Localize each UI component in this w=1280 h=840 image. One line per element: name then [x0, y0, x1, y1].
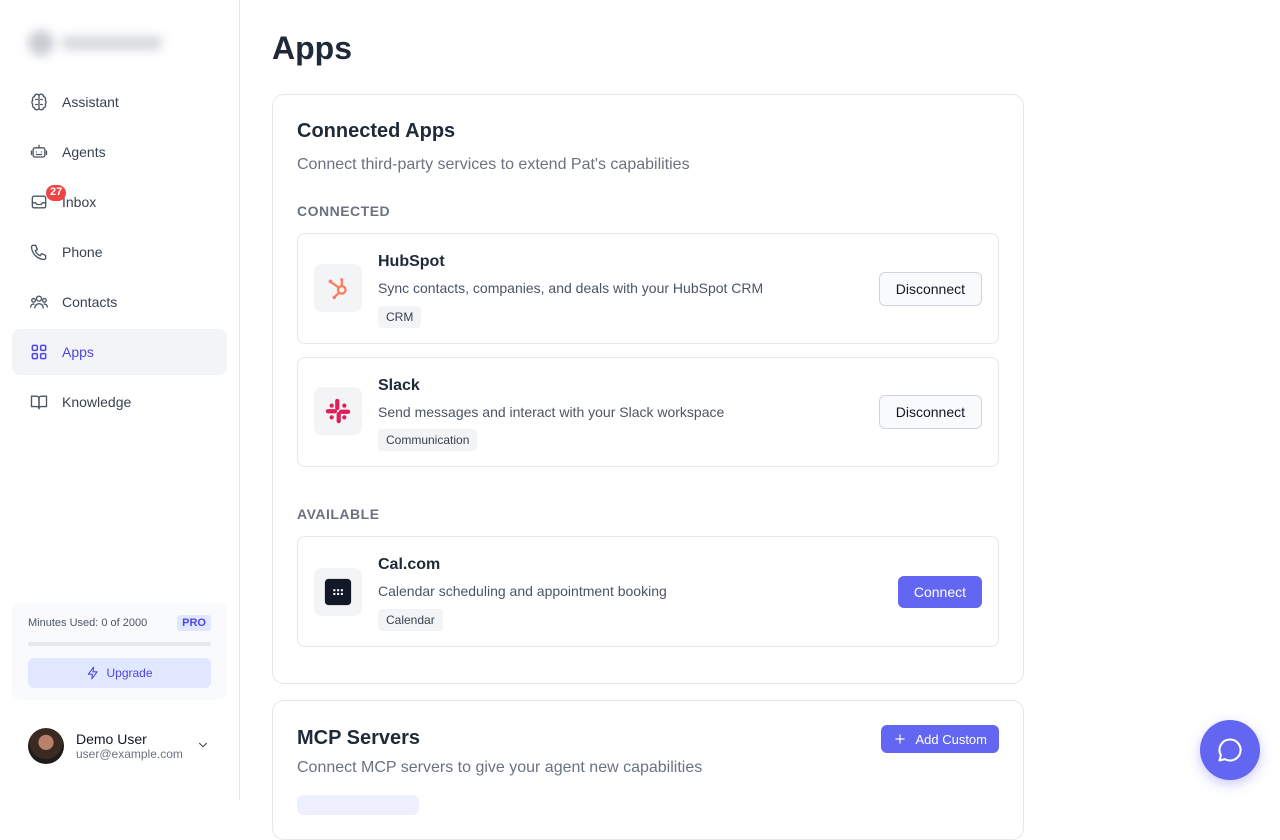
app-description: Sync contacts, companies, and deals with…	[378, 280, 764, 296]
usage-progress-bar	[28, 642, 211, 646]
book-icon	[28, 391, 50, 413]
available-label: AVAILABLE	[297, 506, 380, 522]
grid-icon	[28, 341, 50, 363]
lightning-icon	[88, 666, 99, 680]
hubspot-icon	[314, 264, 362, 312]
add-custom-button[interactable]: Add Custom	[881, 725, 999, 753]
brand-logo[interactable]	[28, 28, 168, 58]
slack-icon	[314, 387, 362, 435]
app-category-tag: CRM	[378, 306, 422, 328]
mcp-servers-card: MCP Servers Connect MCP servers to give …	[272, 700, 1024, 840]
sidebar-item-label: Contacts	[62, 294, 118, 310]
app-row-hubspot: HubSpot Sync contacts, companies, and de…	[297, 233, 999, 344]
sidebar-item-label: Agents	[62, 144, 106, 160]
upgrade-button[interactable]: Upgrade	[28, 658, 211, 688]
upgrade-label: Upgrade	[106, 666, 153, 680]
page-title: Apps	[272, 30, 352, 66]
robot-icon	[28, 141, 50, 163]
brain-icon	[28, 91, 50, 113]
sidebar-item-agents[interactable]: Agents	[12, 129, 227, 175]
app-category-tag: Communication	[378, 429, 478, 451]
app-name: Slack	[378, 377, 420, 394]
usage-panel: Minutes Used: 0 of 2000 PRO Upgrade	[12, 602, 227, 700]
users-icon	[28, 291, 50, 313]
sidebar-item-label: Inbox	[62, 194, 97, 210]
mcp-tab-pill[interactable]	[297, 795, 419, 815]
app-description: Calendar scheduling and appointment book…	[378, 583, 667, 599]
plan-badge: PRO	[177, 615, 211, 631]
phone-icon	[28, 241, 50, 263]
minutes-used-text: Minutes Used: 0 of 2000	[28, 617, 148, 629]
sidebar-item-knowledge[interactable]: Knowledge	[12, 379, 227, 425]
app-name: Cal.com	[378, 556, 441, 573]
app-row-calcom: Cal.com Calendar scheduling and appointm…	[297, 536, 999, 647]
avatar	[28, 728, 64, 764]
section-subtitle: Connect third-party services to extend P…	[297, 156, 690, 173]
plus-icon	[895, 734, 906, 744]
connected-apps-card: Connected Apps Connect third-party servi…	[272, 94, 1024, 684]
user-email: user@example.com	[76, 747, 183, 761]
chat-bubble-icon	[1218, 738, 1242, 762]
app-category-tag: Calendar	[378, 609, 443, 631]
connected-label: CONNECTED	[297, 203, 391, 219]
sidebar-item-assistant[interactable]: Assistant	[12, 79, 227, 125]
sidebar-item-label: Knowledge	[62, 394, 132, 410]
inbox-count-badge: 27	[46, 185, 67, 201]
connect-button[interactable]: Connect	[897, 576, 982, 608]
calcom-icon	[314, 568, 362, 616]
sidebar-item-inbox[interactable]: 27 Inbox	[12, 179, 227, 225]
section-title: MCP Servers	[297, 727, 421, 749]
chat-button[interactable]	[1200, 720, 1260, 780]
section-title: Connected Apps	[297, 120, 456, 142]
sidebar-item-label: Assistant	[62, 94, 119, 110]
section-subtitle: Connect MCP servers to give your agent n…	[297, 759, 703, 776]
sidebar-item-contacts[interactable]: Contacts	[12, 279, 227, 325]
add-custom-label: Add Custom	[915, 731, 987, 747]
sidebar-item-apps[interactable]: Apps	[12, 329, 227, 375]
app-name: HubSpot	[378, 253, 445, 270]
sidebar-item-phone[interactable]: Phone	[12, 229, 227, 275]
user-name: Demo User	[76, 731, 147, 747]
sidebar-nav: Assistant Agents 27 Inbox Phone Contacts…	[12, 79, 227, 429]
sidebar-item-label: Apps	[62, 344, 94, 360]
user-menu[interactable]: Demo User user@example.com	[28, 728, 218, 764]
app-row-slack: Slack Send messages and interact with yo…	[297, 357, 999, 467]
app-description: Send messages and interact with your Sla…	[378, 404, 725, 420]
disconnect-button[interactable]: Disconnect	[878, 395, 982, 429]
sidebar-item-label: Phone	[62, 244, 103, 260]
sidebar: Assistant Agents 27 Inbox Phone Contacts…	[0, 0, 240, 800]
chevron-down-icon	[198, 742, 208, 748]
disconnect-button[interactable]: Disconnect	[878, 272, 982, 306]
